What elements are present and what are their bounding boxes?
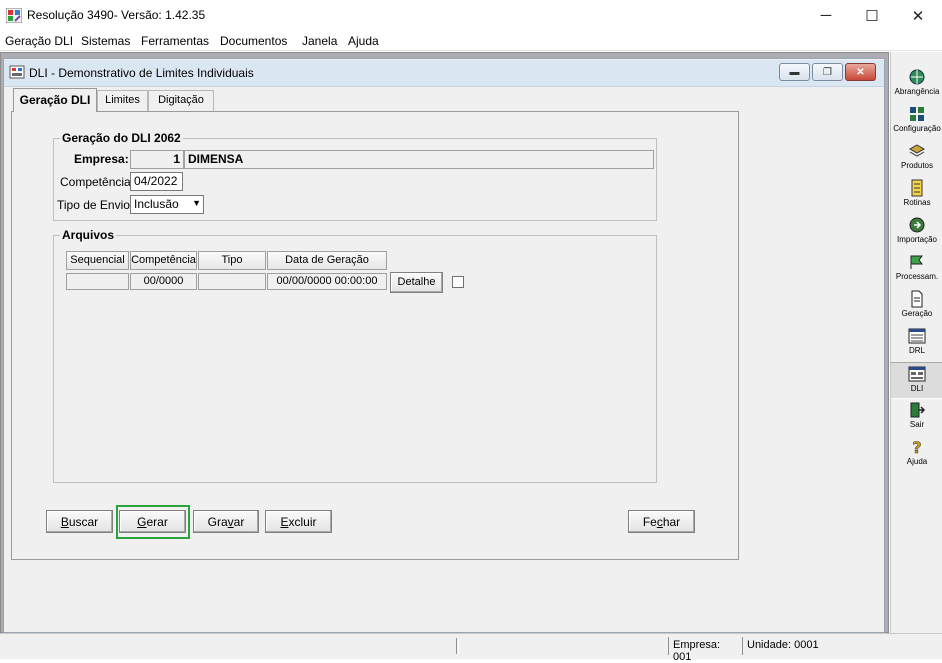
tab-digitacao[interactable]: Digitação xyxy=(148,90,214,111)
chevron-down-icon: ▼ xyxy=(192,198,201,208)
child-close-button[interactable]: ✕ xyxy=(845,63,876,81)
empresa-label: Empresa: xyxy=(74,152,129,166)
column-data-geracao: Data de Geração xyxy=(267,251,387,270)
status-bar: Empresa: 001 Unidade: 0001 xyxy=(0,633,942,663)
toolbar-sair[interactable]: Sair xyxy=(891,399,942,436)
routines-icon xyxy=(911,179,923,197)
column-competencia: Competência xyxy=(130,251,197,270)
tab-limites[interactable]: Limites xyxy=(97,90,148,111)
status-unidade: Unidade: 0001 xyxy=(742,637,824,655)
row-sequencial xyxy=(66,273,129,290)
competencia-label: Competência: xyxy=(60,175,135,189)
column-sequencial: Sequencial xyxy=(66,251,129,270)
tab-geracao-dli[interactable]: Geração DLI xyxy=(13,88,97,112)
globe-icon xyxy=(909,69,925,85)
empresa-name-field: DIMENSA xyxy=(184,150,654,169)
document-icon xyxy=(911,290,923,308)
dli-icon xyxy=(908,366,926,382)
toolbar-dli[interactable]: DLI xyxy=(891,362,942,399)
close-button[interactable]: ✕ xyxy=(895,0,941,31)
toolbar-configuracao[interactable]: Configuração xyxy=(891,103,942,140)
toolbar-importacao[interactable]: Importação xyxy=(891,214,942,251)
toolbar-rotinas[interactable]: Rotinas xyxy=(891,177,942,214)
menu-ajuda[interactable]: Ajuda xyxy=(348,34,379,48)
status-empresa: Empresa: 001 xyxy=(668,637,742,663)
dli-window-icon xyxy=(9,65,25,79)
tipo-envio-label: Tipo de Envio: xyxy=(57,198,134,212)
toolbar-drl[interactable]: DRL xyxy=(891,325,942,362)
menu-documentos[interactable]: Documentos xyxy=(220,34,287,48)
drl-icon xyxy=(908,328,926,344)
products-icon xyxy=(908,144,926,157)
excluir-button[interactable]: Excluir xyxy=(265,510,332,533)
config-icon xyxy=(910,107,924,121)
buscar-button[interactable]: Buscar xyxy=(46,510,113,533)
menu-janela[interactable]: Janela xyxy=(302,34,337,48)
fechar-button[interactable]: Fechar xyxy=(628,510,695,533)
exit-icon xyxy=(910,402,926,418)
child-window-title: DLI - Demonstrativo de Limites Individua… xyxy=(29,66,254,80)
detalhe-button[interactable]: Detalhe xyxy=(390,272,443,293)
toolbar-processam[interactable]: Processam. xyxy=(891,251,942,288)
geracao-group-title: Geração do DLI 2062 xyxy=(60,131,183,145)
menu-sistemas[interactable]: Sistemas xyxy=(81,34,130,48)
menu-bar: Geração DLI Sistemas Ferramentas Documen… xyxy=(0,31,942,51)
competencia-field[interactable]: 04/2022 xyxy=(130,172,183,191)
tipo-envio-value: Inclusão xyxy=(134,197,179,211)
import-icon xyxy=(909,217,925,233)
process-icon xyxy=(910,255,923,269)
minimize-button[interactable]: ─ xyxy=(803,0,849,31)
app-icon xyxy=(6,8,22,23)
gravar-button[interactable]: Gravar xyxy=(193,510,259,533)
side-toolbar: Abrangência Configuração Produtos Rotina… xyxy=(890,52,942,633)
menu-ferramentas[interactable]: Ferramentas xyxy=(141,34,209,48)
svg-text:?: ? xyxy=(912,438,921,456)
tipo-envio-select[interactable]: Inclusão ▼ xyxy=(130,195,204,214)
child-minimize-button[interactable]: ▬ xyxy=(779,63,810,81)
menu-geracao-dli[interactable]: Geração DLI xyxy=(5,34,73,48)
row-checkbox[interactable] xyxy=(452,276,464,288)
app-title: Resolução 3490- Versão: 1.42.35 xyxy=(27,8,206,22)
empresa-code-field[interactable]: 1 xyxy=(130,150,184,169)
status-divider xyxy=(456,638,459,654)
gerar-button[interactable]: Gerar xyxy=(119,510,186,533)
arquivos-group-title: Arquivos xyxy=(60,228,117,242)
row-tipo xyxy=(198,273,266,290)
toolbar-ajuda[interactable]: ? Ajuda xyxy=(891,436,942,473)
child-restore-button[interactable]: ❐ xyxy=(812,63,843,81)
toolbar-produtos[interactable]: Produtos xyxy=(891,140,942,177)
help-icon: ? xyxy=(912,438,922,456)
toolbar-geracao[interactable]: Geração xyxy=(891,288,942,325)
row-competencia: 00/0000 xyxy=(130,273,197,290)
maximize-button[interactable]: ☐ xyxy=(849,0,895,31)
row-data-geracao: 00/00/0000 00:00:00 xyxy=(267,273,387,290)
toolbar-abrangencia[interactable]: Abrangência xyxy=(891,66,942,103)
column-tipo: Tipo xyxy=(198,251,266,270)
